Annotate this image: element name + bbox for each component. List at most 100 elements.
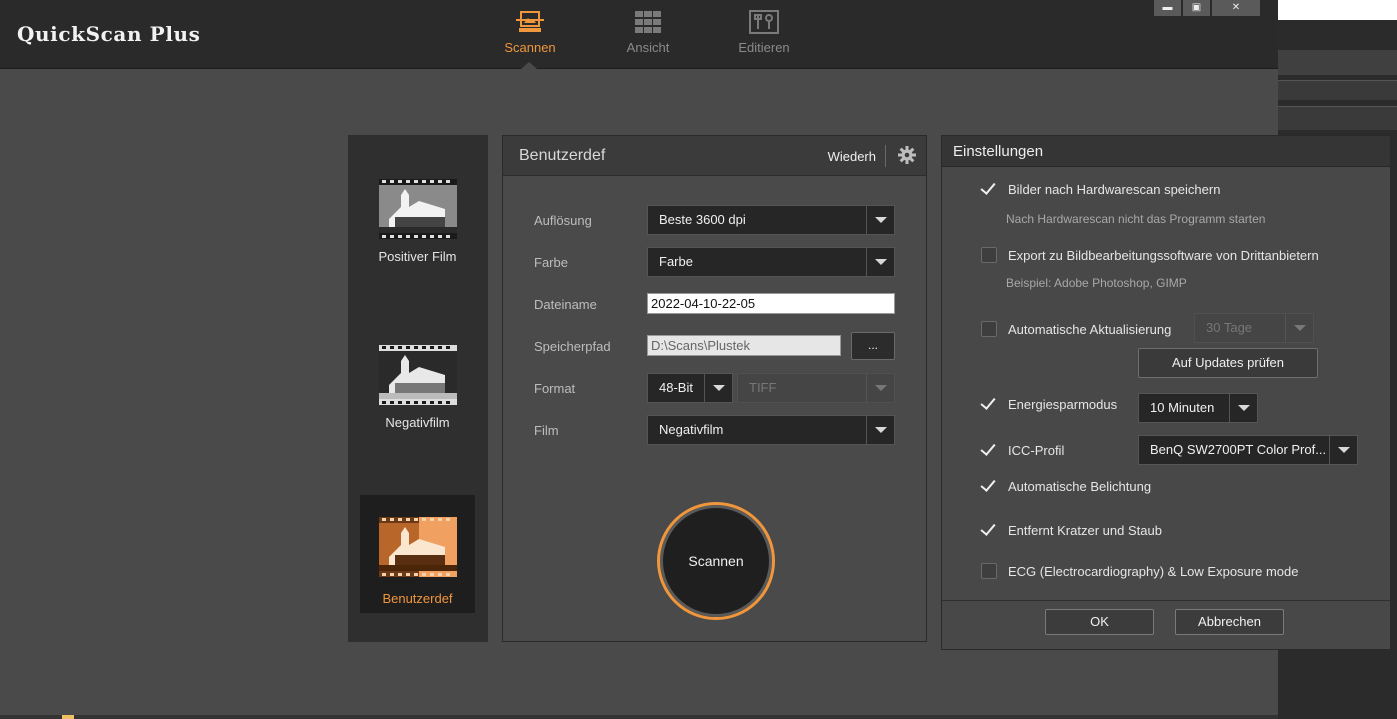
status-marker — [62, 715, 74, 719]
chevron-down-icon — [1229, 394, 1257, 422]
dust-removal-option[interactable]: Entfernt Kratzer und Staub — [981, 522, 1162, 538]
film-type-label-negative: Negativfilm — [385, 415, 450, 430]
check-updates-button[interactable]: Auf Updates prüfen — [1138, 348, 1318, 378]
chevron-down-icon — [704, 374, 732, 402]
bit-depth-dropdown[interactable]: 48-Bit — [647, 373, 733, 403]
nav-tab-editieren[interactable]: Editieren — [719, 10, 809, 55]
browse-path-button[interactable]: ... — [851, 332, 895, 360]
save-after-scan-label: Bilder nach Hardwarescan speichern — [1008, 181, 1221, 197]
chevron-down-icon — [866, 248, 894, 276]
export-third-party-option[interactable]: Export zu Bildbearbeitungssoftware von D… — [981, 247, 1319, 263]
status-strip — [0, 715, 1278, 719]
icc-profile-checkbox[interactable] — [981, 442, 997, 458]
film-type-label-positive: Positiver Film — [378, 249, 457, 264]
ok-button[interactable]: OK — [1045, 609, 1154, 635]
save-after-scan-checkbox[interactable] — [981, 181, 997, 197]
close-button[interactable]: ✕ — [1212, 0, 1260, 16]
scan-panel-title: Benutzerdef — [519, 147, 606, 164]
dust-removal-checkbox[interactable] — [981, 522, 997, 538]
background-window-bar — [1278, 106, 1397, 130]
auto-update-option[interactable]: Automatische Aktualisierung — [981, 321, 1171, 337]
settings-footer-divider — [942, 600, 1390, 601]
resolution-dropdown[interactable]: Beste 3600 dpi — [647, 205, 895, 235]
gear-icon[interactable] — [898, 146, 916, 164]
maximize-button[interactable]: ▣ — [1183, 0, 1210, 16]
scan-settings-panel: Benutzerdef Wiederh Auflösung Beste 3600… — [502, 135, 927, 642]
color-label: Farbe — [534, 255, 568, 270]
power-saving-value: 10 Minuten — [1150, 400, 1215, 415]
nav-label-editieren: Editieren — [738, 40, 790, 55]
chevron-down-icon — [866, 206, 894, 234]
chevron-down-icon — [1329, 436, 1357, 464]
film-type-negative[interactable]: Negativfilm — [360, 345, 475, 463]
cancel-button[interactable]: Abbrechen — [1175, 609, 1284, 635]
resolution-label: Auflösung — [534, 213, 592, 228]
save-after-scan-option[interactable]: Bilder nach Hardwarescan speichern — [981, 181, 1220, 197]
ecg-option[interactable]: ECG (Electrocardiography) & Low Exposure… — [981, 563, 1298, 579]
icc-profile-label: ICC-Profil — [1008, 442, 1065, 458]
power-saving-label: Energiesparmodus — [1008, 396, 1118, 412]
color-dropdown[interactable]: Farbe — [647, 247, 895, 277]
dust-removal-label: Entfernt Kratzer und Staub — [1008, 522, 1162, 538]
film-value: Negativfilm — [659, 422, 724, 437]
background-window-titlebar — [1278, 0, 1397, 20]
export-third-party-checkbox[interactable] — [981, 247, 997, 263]
chevron-down-icon — [866, 374, 894, 402]
background-window-bar — [1278, 80, 1397, 100]
auto-exposure-checkbox[interactable] — [981, 478, 997, 494]
filename-input[interactable]: 2022-04-10-22-05 — [647, 293, 895, 314]
film-type-label-custom: Benutzerdef — [382, 591, 453, 606]
auto-exposure-option[interactable]: Automatische Belichtung — [981, 478, 1151, 494]
save-path-field: D:\Scans\Plustek — [647, 335, 841, 356]
background-window-bar — [1278, 50, 1397, 75]
power-saving-dropdown[interactable]: 10 Minuten — [1138, 393, 1258, 423]
auto-exposure-label: Automatische Belichtung — [1008, 478, 1152, 494]
chevron-down-icon — [866, 416, 894, 444]
auto-update-label: Automatische Aktualisierung — [1008, 321, 1172, 337]
active-tab-indicator — [521, 62, 537, 69]
nav-tab-ansicht[interactable]: Ansicht — [603, 10, 693, 55]
update-interval-dropdown: 30 Tage — [1194, 313, 1314, 343]
power-saving-checkbox[interactable] — [981, 396, 997, 412]
auto-update-checkbox[interactable] — [981, 321, 997, 337]
scan-button[interactable]: Scannen — [657, 502, 775, 620]
power-saving-option[interactable]: Energiesparmodus — [981, 396, 1117, 412]
positive-film-icon — [378, 179, 457, 239]
bit-depth-value: 48-Bit — [659, 380, 693, 395]
save-after-scan-hint: Nach Hardwarescan nicht das Programm sta… — [1006, 212, 1266, 226]
app-title: QuickScan Plus — [17, 22, 201, 46]
icc-profile-option[interactable]: ICC-Profil — [981, 442, 1064, 458]
chevron-down-icon — [1285, 314, 1313, 342]
ecg-label: ECG (Electrocardiography) & Low Exposure… — [1008, 563, 1299, 579]
export-third-party-label: Export zu Bildbearbeitungssoftware von D… — [1008, 247, 1319, 263]
negative-film-icon — [378, 345, 457, 405]
film-label: Film — [534, 423, 559, 438]
edit-tools-icon — [749, 10, 779, 34]
film-type-custom[interactable]: Benutzerdef — [360, 495, 475, 613]
nav-label-scannen: Scannen — [504, 40, 556, 55]
filename-label: Dateiname — [534, 297, 597, 312]
film-type-panel: Positiver Film Negativfilm Benutzerdef — [348, 135, 488, 642]
export-third-party-hint: Beispiel: Adobe Photoshop, GIMP — [1006, 276, 1187, 290]
file-type-value: TIFF — [749, 380, 777, 395]
settings-dialog: Einstellungen Bilder nach Hardwarescan s… — [941, 135, 1391, 650]
film-dropdown[interactable]: Negativfilm — [647, 415, 895, 445]
custom-film-icon — [378, 517, 457, 577]
grid-view-icon — [635, 11, 661, 33]
restore-defaults-button[interactable]: Wiederh — [828, 149, 876, 164]
film-type-positive[interactable]: Positiver Film — [360, 179, 475, 297]
save-path-label: Speicherpfad — [534, 339, 611, 354]
settings-header: Einstellungen — [942, 136, 1390, 167]
color-value: Farbe — [659, 254, 693, 269]
minimize-button[interactable]: ▬ — [1154, 0, 1181, 16]
scan-icon — [516, 11, 544, 32]
nav-tab-scannen[interactable]: Scannen — [485, 10, 575, 55]
icc-profile-value: BenQ SW2700PT Color Prof... — [1150, 442, 1327, 457]
resolution-value: Beste 3600 dpi — [659, 212, 746, 227]
format-label: Format — [534, 381, 576, 396]
header-divider — [885, 145, 886, 167]
icc-profile-dropdown[interactable]: BenQ SW2700PT Color Prof... — [1138, 435, 1358, 465]
title-bar: QuickScan Plus Scannen Ansicht Editieren… — [0, 0, 1278, 69]
scan-panel-header: Benutzerdef Wiederh — [503, 136, 926, 176]
ecg-checkbox[interactable] — [981, 563, 997, 579]
